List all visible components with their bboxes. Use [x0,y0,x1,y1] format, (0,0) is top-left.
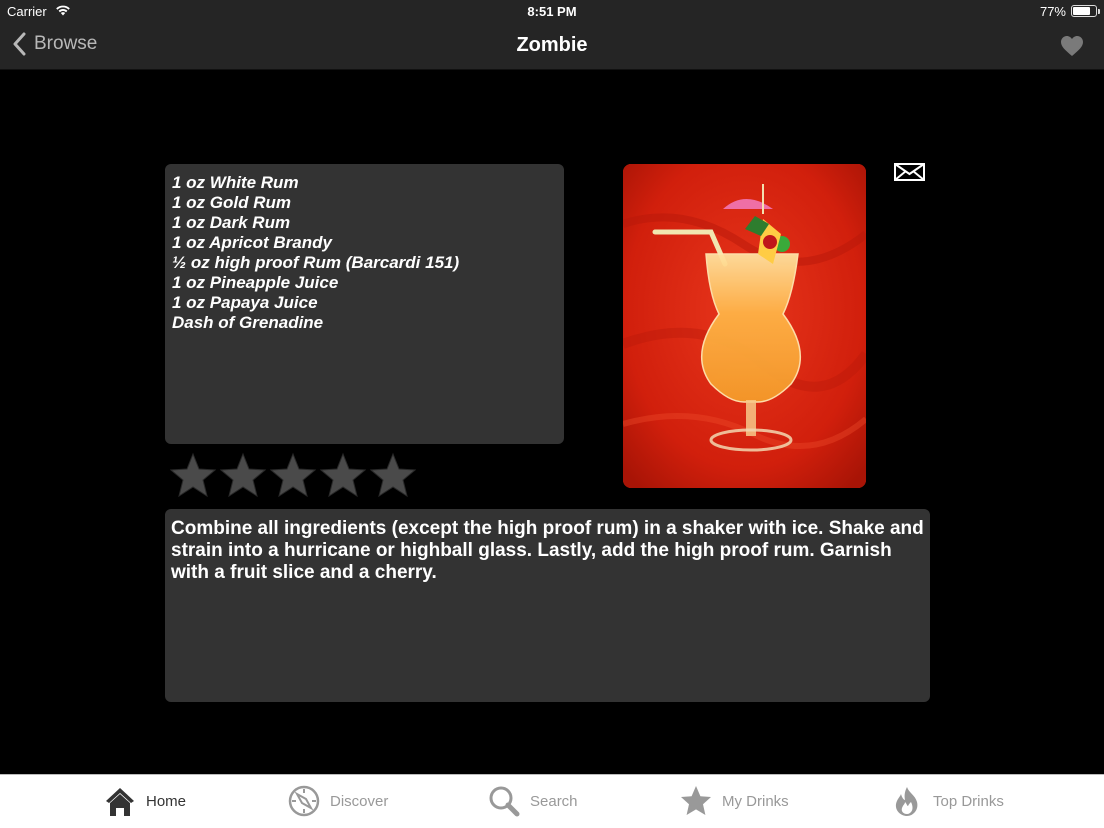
battery-icon [1071,5,1100,17]
battery-fill [1073,7,1090,15]
ingredient-item: 1 oz Apricot Brandy [172,233,332,252]
instructions-text: Combine all ingredients (except the high… [165,509,930,702]
search-icon [489,786,520,817]
page-title: Zombie [516,34,588,56]
mail-icon[interactable] [894,163,925,181]
ingredient-item: Dash of Grenadine [172,313,324,332]
chevron-left-icon [13,32,26,56]
drink-photo [623,164,866,488]
status-bar: Carrier 8:51 PM 77% [0,0,1104,22]
heart-icon[interactable] [1060,35,1084,57]
tab-label: My Drinks [722,792,789,810]
back-button[interactable]: Browse [12,32,97,56]
battery-percent: 77% [1039,4,1066,19]
tab-my-drinks[interactable]: My Drinks [680,785,789,817]
tab-discover[interactable]: Discover [288,785,388,817]
rating-star-icon[interactable] [370,452,416,498]
home-icon [106,788,134,816]
tab-home[interactable]: Home [104,785,186,817]
tab-label: Discover [330,792,389,810]
ingredient-item: 1 oz Gold Rum [172,193,291,212]
drink-photo-illustration [623,164,866,488]
rating-star-icon[interactable] [320,452,366,498]
tab-label: Search [530,792,578,810]
rating-star-icon[interactable] [270,452,316,498]
tab-label: Home [146,792,187,810]
flame-icon [895,787,918,816]
ingredient-item: ½ oz high proof Rum (Barcardi 151) [172,253,460,272]
ingredients-list: 1 oz White Rum 1 oz Gold Rum 1 oz Dark Rum… [165,164,564,444]
compass-icon [288,785,320,817]
ingredient-item: 1 oz Pineapple Juice [172,273,339,292]
star-icon [681,786,711,815]
rating-star-icon[interactable] [170,452,216,498]
rating-star-icon[interactable] [220,452,266,498]
navigation-bar: Browse Zombie [0,24,1104,68]
tab-search[interactable]: Search [488,785,578,817]
ingredient-item: 1 oz Dark Rum [172,213,291,232]
tab-top-drinks[interactable]: Top Drinks [891,785,1004,817]
tab-bar: Home Discover Search My Drinks Top Drink… [0,774,1104,828]
tab-label: Top Drinks [933,792,1004,810]
top-bar: Carrier 8:51 PM 77% Browse Zombie [0,0,1104,70]
back-label: Browse [34,33,98,54]
ingredient-item: 1 oz White Rum [172,173,299,192]
clock: 8:51 PM [527,4,577,19]
ingredient-item: 1 oz Papaya Juice [172,293,318,312]
rating-stars[interactable] [170,452,416,498]
